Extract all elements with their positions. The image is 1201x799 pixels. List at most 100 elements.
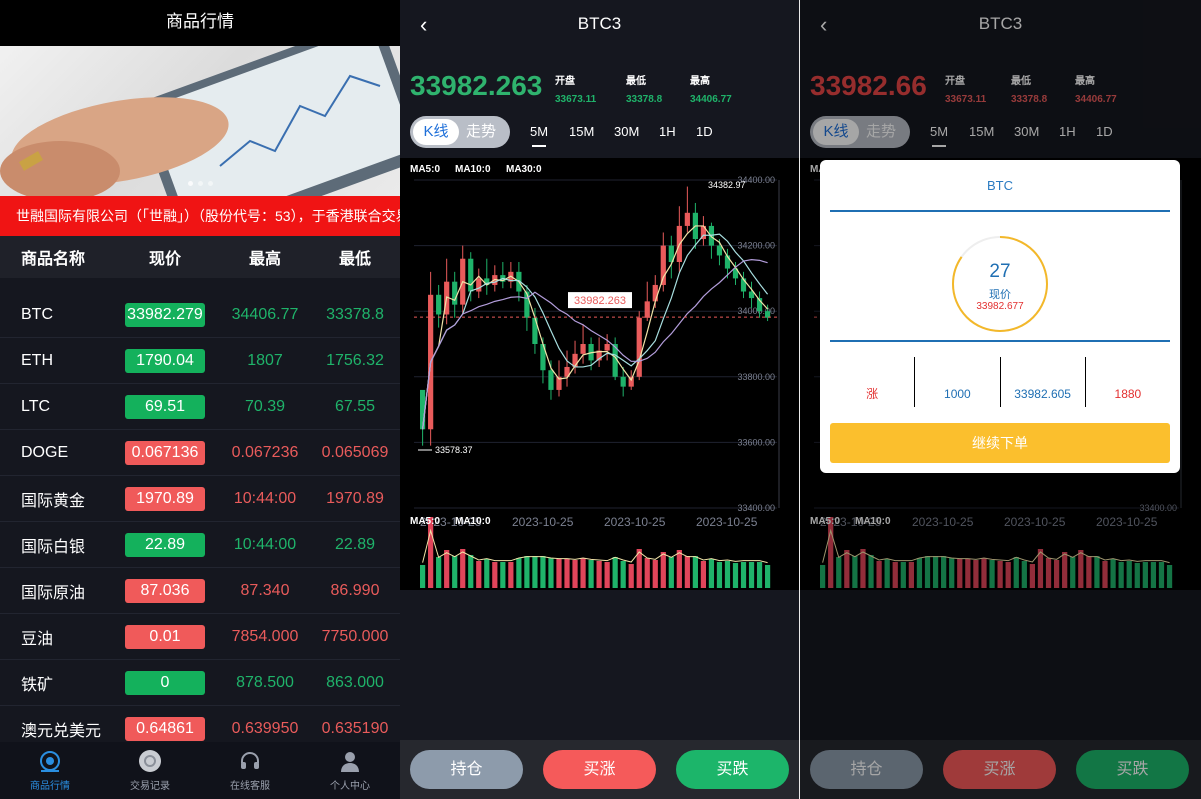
symbol-name: BTC <box>21 305 53 323</box>
nav-label: 商品行情 <box>30 781 70 792</box>
volume-bar <box>660 552 666 588</box>
table-row[interactable]: 国际黄金 1970.89 10:44:00 1970.89 <box>0 476 400 522</box>
order-panel: ‹ BTC3 33982.66 开盘 33673.11 最低 33378.8 最高 3… <box>800 0 1201 799</box>
order-direction: 涨 <box>866 387 879 401</box>
volume-bar <box>668 557 674 588</box>
price-cell: 0.01 <box>110 624 220 649</box>
table-row[interactable]: BTC 33982.279 34406.77 33378.8 <box>0 292 400 338</box>
banner-image[interactable] <box>0 46 400 196</box>
price-cell: 1790.04 <box>110 348 220 373</box>
period-1h[interactable]: 1H <box>659 124 676 139</box>
volume-bar <box>604 562 610 588</box>
low-value: 1970.89 <box>326 489 384 507</box>
hold-button[interactable]: 持仓 <box>410 750 523 789</box>
banner-dot[interactable] <box>208 181 213 186</box>
high-value: 7854.000 <box>231 627 299 645</box>
col-high: 最高 <box>248 251 281 268</box>
table-row[interactable]: 铁矿 0 878.500 863.000 <box>0 660 400 706</box>
symbol-name: 国际黄金 <box>21 492 86 510</box>
order-result-modal: BTC 27 现价 33982.677 涨 1000 33982.605 188… <box>820 160 1180 473</box>
high-value: 0.639950 <box>231 719 299 737</box>
period-30m[interactable]: 30M <box>614 124 639 139</box>
symbol-name: 国际原油 <box>21 584 86 602</box>
chart-type-toggle[interactable]: K线 走势 <box>410 116 510 148</box>
col-low: 最低 <box>338 251 371 268</box>
price-badge: 1970.89 <box>125 486 205 511</box>
high-value: 34406.77 <box>690 94 732 105</box>
volume-bar <box>572 560 578 588</box>
order-profit: 1880 <box>1084 357 1170 407</box>
nav-item-0[interactable]: 商品行情 <box>0 742 100 799</box>
price-badge: 33982.279 <box>125 302 205 327</box>
period-15m[interactable]: 15M <box>569 124 594 139</box>
table-row[interactable]: DOGE 0.067136 0.067236 0.065069 <box>0 430 400 476</box>
nav-item-3[interactable]: 个人中心 <box>300 742 400 799</box>
low-value: 67.55 <box>334 397 376 415</box>
period-5m[interactable]: 5M <box>530 124 548 147</box>
kline-tab[interactable]: K线 <box>413 119 459 145</box>
trend-tab[interactable]: 走势 <box>466 116 496 148</box>
volume-ma-line <box>422 528 768 564</box>
buy-up-button[interactable]: 买涨 <box>543 750 656 789</box>
volume-bar <box>612 557 618 588</box>
order-amount: 1000 <box>914 357 999 407</box>
high-value: 70.39 <box>244 397 286 415</box>
table-row[interactable]: 国际白银 22.89 10:44:00 22.89 <box>0 522 400 568</box>
volume-bar <box>596 561 602 588</box>
table-row[interactable]: LTC 69.51 70.39 67.55 <box>0 384 400 430</box>
nav-label: 在线客服 <box>230 781 270 792</box>
volume-bar <box>516 558 522 588</box>
price-cell: 1970.89 <box>110 486 220 511</box>
banner-dot[interactable] <box>188 181 193 186</box>
volume-bar <box>756 562 763 588</box>
y-tick-label: 33600.00 <box>737 437 775 447</box>
table-row[interactable]: 国际原油 87.036 87.340 86.990 <box>0 568 400 614</box>
nav-item-2[interactable]: 在线客服 <box>200 742 300 799</box>
low-value: 863.000 <box>326 673 384 691</box>
ma-line-0 <box>422 225 769 430</box>
page-title: 商品行情 <box>0 0 400 46</box>
symbol-name: LTC <box>21 397 51 415</box>
ma-line-1 <box>422 233 769 430</box>
candle-body <box>620 376 626 387</box>
banner-illustration <box>0 46 400 196</box>
price-badge: 22.89 <box>125 532 205 557</box>
candle-body <box>644 301 650 318</box>
nav-item-1[interactable]: 交易记录 <box>100 742 200 799</box>
low-value: 7750.000 <box>321 627 389 645</box>
banner-dot[interactable] <box>198 181 203 186</box>
continue-order-button[interactable]: 继续下单 <box>830 423 1170 463</box>
x-tick-label: 2023-10-25 <box>604 515 666 529</box>
volume-bar <box>740 562 747 588</box>
table-row[interactable]: ETH 1790.04 1807 1756.32 <box>0 338 400 384</box>
price-badge: 87.036 <box>125 578 205 603</box>
symbol-name: 澳元兑美元 <box>21 722 102 740</box>
y-tick-label: 33400.00 <box>737 503 775 513</box>
table-row[interactable]: 豆油 0.01 7854.000 7750.000 <box>0 614 400 660</box>
period-1d[interactable]: 1D <box>696 124 713 139</box>
price-cell: 22.89 <box>110 532 220 557</box>
candle-body <box>716 245 723 256</box>
volume-bar <box>492 562 498 588</box>
high-value: 34406.77 <box>231 305 299 323</box>
volume-bar <box>508 562 514 588</box>
volume-bar <box>748 562 755 588</box>
buy-down-button[interactable]: 买跌 <box>676 750 789 789</box>
ma30-label: MA30:0 <box>506 164 542 175</box>
volume-bar <box>556 559 562 588</box>
high-value: 1807 <box>247 351 283 369</box>
volume-bar <box>564 559 570 588</box>
order-details: 涨 1000 33982.605 1880 <box>830 357 1170 407</box>
countdown-ring: 27 现价 33982.677 <box>951 235 1049 333</box>
symbol-name: ETH <box>21 351 53 369</box>
vol-ma10-label: MA10:0 <box>455 516 491 527</box>
candle-body <box>604 344 610 351</box>
chevron-left-icon[interactable]: ‹ <box>420 12 427 38</box>
user-icon <box>341 752 359 772</box>
symbol-name: 国际白银 <box>21 538 86 556</box>
kline-chart[interactable]: 34400.0034200.0034000.0033800.0033600.00… <box>400 158 799 590</box>
market-list: BTC 33982.279 34406.77 33378.8 ETH 1790.04 180… <box>0 292 400 752</box>
volume-bar <box>732 563 739 588</box>
news-ticker[interactable]: 世融国际有限公司（「世融」）（股份代号：53），于香港联合交易所 <box>0 196 400 236</box>
volume-bar <box>460 549 466 588</box>
